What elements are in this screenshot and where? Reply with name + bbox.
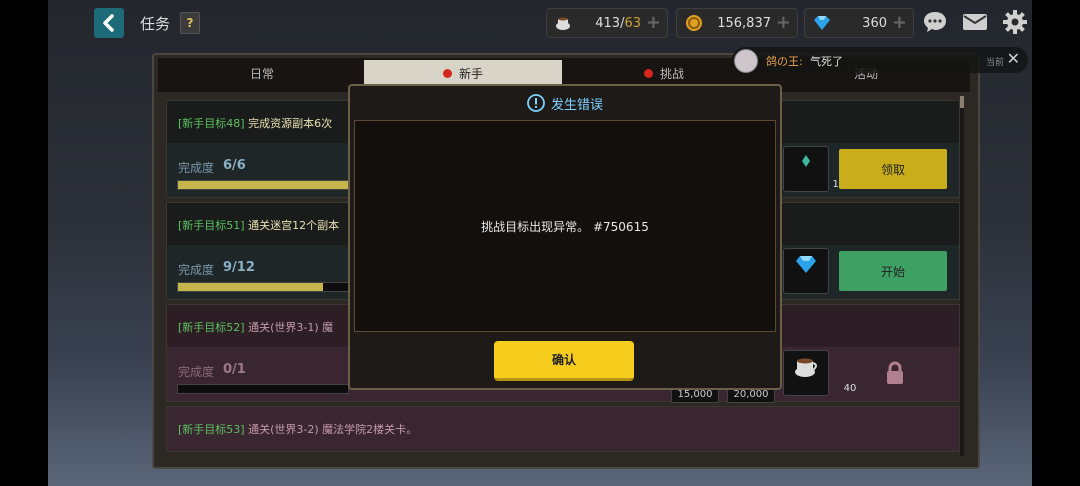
diamond-value: 360	[862, 15, 887, 31]
progress-label: 完成度	[178, 263, 215, 277]
page-title: 任务	[140, 15, 171, 33]
avatar	[734, 49, 758, 73]
diamond-icon	[796, 256, 816, 273]
quest-title-text: [新手目标48] 完成资源副本6次	[178, 117, 333, 130]
reward-slot[interactable]: 16,000	[783, 146, 868, 192]
gold-resource[interactable]: 156,837 +	[676, 8, 798, 38]
mail-button[interactable]	[960, 7, 990, 37]
lock-icon	[887, 361, 903, 384]
chevron-left-icon	[103, 14, 114, 32]
start-button[interactable]: 开始	[839, 251, 947, 291]
quest-title: [新手目标53] 通关(世界3-2) 魔法学院2楼关卡。	[178, 423, 418, 436]
chat-user: 鸽の王:	[766, 55, 803, 68]
add-gold-icon[interactable]: +	[776, 12, 791, 33]
quest-title: [新手目标52] 通关(世界3-1) 魔	[178, 321, 334, 334]
progress-label: 完成度	[178, 365, 215, 379]
progress-bar	[177, 282, 349, 292]
left-letterbox	[0, 0, 48, 486]
reward-count: 40	[843, 383, 857, 394]
coffee-icon	[795, 358, 817, 377]
diamond-icon	[814, 16, 830, 30]
stamina-resource[interactable]: 413/63 +	[546, 8, 668, 38]
notification-dot-icon	[643, 68, 653, 78]
gold-value: 156,837	[717, 15, 771, 31]
progress-value: 6/6	[223, 158, 246, 173]
chat-message: 气死了	[810, 55, 843, 68]
claim-button[interactable]: 领取	[839, 149, 947, 189]
tab-beginner-label: 新手	[458, 66, 483, 81]
add-diamond-icon[interactable]: +	[892, 12, 907, 33]
error-dialog: 发生错误 挑战目标出现异常。 #750615 确认	[348, 84, 782, 390]
tab-challenge-label: 挑战	[659, 66, 684, 81]
dialog-title: 发生错误	[550, 97, 603, 113]
add-stamina-icon[interactable]: +	[646, 12, 661, 33]
chat-button[interactable]	[920, 7, 950, 37]
settings-button[interactable]	[1000, 7, 1030, 37]
dialog-message: 挑战目标出现异常。 #750615	[481, 219, 649, 234]
crystal-icon	[802, 155, 810, 167]
dialog-header: 发生错误	[350, 86, 780, 120]
notification-dot-icon	[442, 68, 452, 78]
quest-item: [新手目标53] 通关(世界3-2) 魔法学院2楼关卡。	[166, 406, 960, 452]
progress-value: 0/1	[223, 362, 246, 377]
mail-icon	[963, 14, 987, 30]
reward-slot[interactable]: 300	[783, 248, 860, 294]
close-icon[interactable]: ✕	[1007, 49, 1020, 68]
gear-icon	[1003, 10, 1027, 34]
tab-daily[interactable]: 日常	[162, 60, 362, 86]
progress-label: 完成度	[178, 161, 215, 175]
help-button[interactable]: ?	[180, 12, 200, 34]
right-letterbox	[1032, 0, 1080, 486]
quest-title: [新手目标51] 通关迷宫12个副本	[178, 219, 340, 232]
gold-coin-icon	[686, 15, 702, 31]
back-button[interactable]	[94, 8, 124, 38]
progress-bar	[177, 180, 349, 190]
scrollbar[interactable]	[960, 96, 964, 456]
chat-channel-tag: 当前	[985, 58, 1004, 68]
confirm-button[interactable]: 确认	[494, 341, 634, 381]
alert-icon	[527, 94, 545, 112]
scroll-thumb[interactable]	[960, 96, 964, 108]
coffee-icon	[556, 17, 570, 30]
tab-beginner[interactable]: 新手	[364, 60, 562, 86]
quest-title: [新手目标48] 完成资源副本6次	[178, 115, 332, 131]
chat-bubble-icon	[924, 12, 946, 32]
stamina-text: 413/63	[595, 15, 641, 31]
diamond-resource[interactable]: 360 +	[804, 8, 914, 38]
chat-toast[interactable]: 鸽の王: 气死了 当前 ✕	[732, 47, 1028, 73]
progress-value: 9/12	[223, 260, 255, 275]
tab-daily-label: 日常	[249, 66, 274, 81]
dialog-body: 挑战目标出现异常。 #750615	[354, 120, 776, 332]
progress-bar	[177, 384, 349, 394]
reward-slot[interactable]: 40	[783, 350, 856, 396]
stamina-value: 413/63	[595, 16, 641, 31]
